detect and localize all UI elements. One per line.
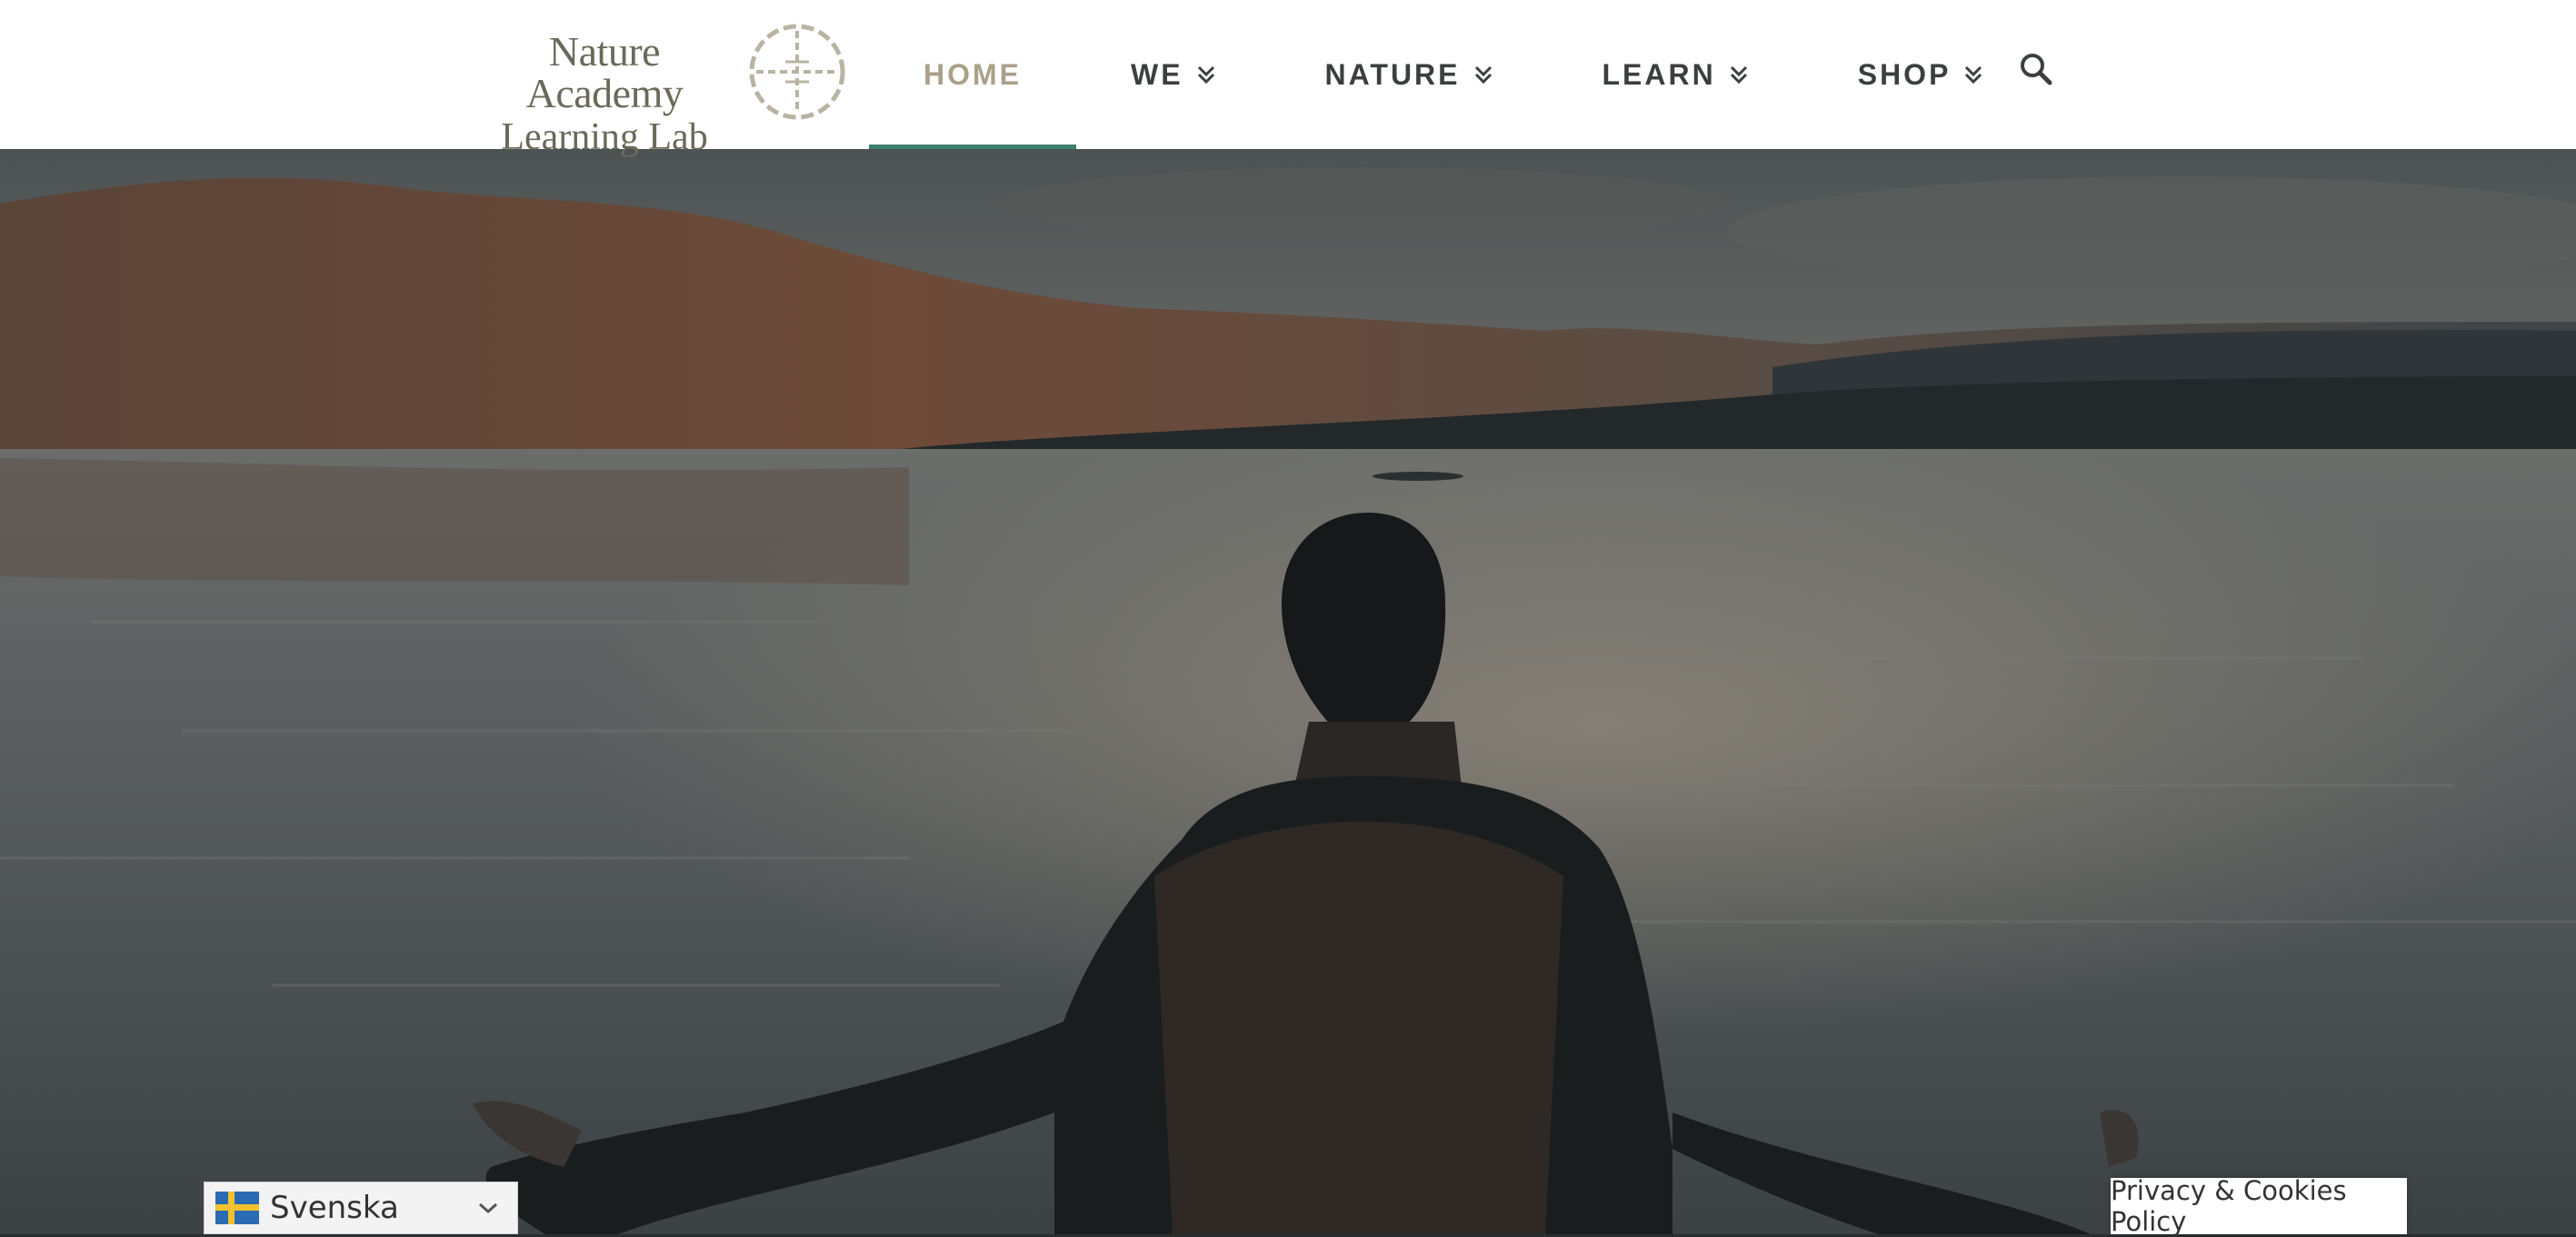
logo-emblem-icon [749, 24, 845, 120]
site-header: Nature Academy Learning Lab HOME WE NATU… [0, 0, 2576, 156]
logo-text: Nature Academy Learning Lab [473, 28, 736, 158]
double-chevron-down-icon [1474, 65, 1492, 85]
privacy-cookies-label: Privacy & Cookies Policy [2111, 1175, 2347, 1237]
nav-item-label: HOME [924, 57, 1022, 91]
nav-item-home[interactable]: HOME [869, 0, 1076, 149]
double-chevron-down-icon [1197, 65, 1214, 85]
nav-item-shop[interactable]: SHOP [1803, 0, 2039, 149]
language-selector[interactable]: Svenska [204, 1182, 518, 1234]
nav-item-we[interactable]: WE [1076, 0, 1271, 149]
nav-item-nature[interactable]: NATURE [1271, 0, 1548, 149]
nav-item-label: LEARN [1602, 57, 1716, 91]
main-nav: HOME WE NATURE LEARN SHOP [869, 0, 2038, 149]
privacy-cookies-link[interactable]: Privacy & Cookies Policy [2111, 1175, 2407, 1237]
hero-image [0, 149, 2576, 1234]
logo-line-2: Learning Lab [501, 116, 708, 158]
nav-item-learn[interactable]: LEARN [1548, 0, 1803, 149]
swedish-flag-icon [215, 1192, 259, 1224]
nav-item-label: SHOP [1857, 57, 1952, 91]
nav-item-label: WE [1131, 57, 1183, 91]
double-chevron-down-icon [1965, 65, 1982, 85]
nav-item-label: NATURE [1324, 57, 1461, 91]
search-icon[interactable] [2018, 51, 2054, 87]
chevron-down-icon [479, 1202, 497, 1214]
logo-line-1: Nature Academy [525, 28, 684, 116]
double-chevron-down-icon [1730, 65, 1747, 85]
lake-landscape-image [0, 149, 2576, 1234]
site-logo[interactable]: Nature Academy Learning Lab [473, 22, 847, 156]
language-label: Svenska [270, 1190, 399, 1226]
